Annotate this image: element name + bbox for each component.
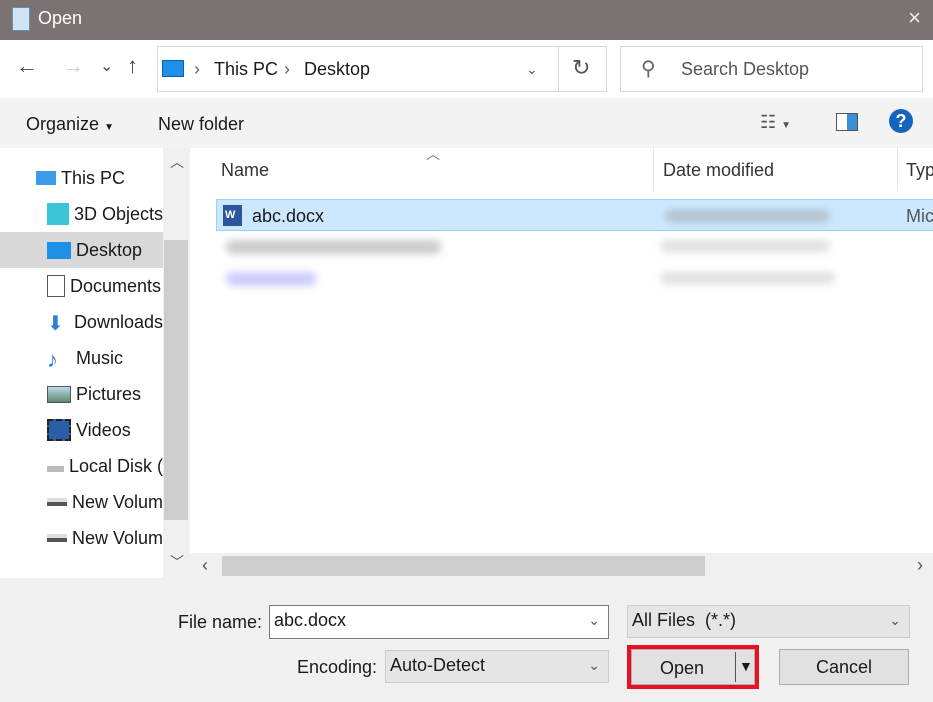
open-button[interactable]: Open ▼ [631, 649, 755, 685]
music-icon: ♪ [47, 347, 58, 372]
up-button[interactable]: ↑ [127, 53, 138, 79]
navigation-pane: This PC 3D Objects Desktop Documents ⬇ Do… [0, 148, 163, 578]
breadcrumb-desktop[interactable]: Desktop [304, 59, 370, 80]
sidebar-item-new-volume-2[interactable]: New Volum [0, 520, 163, 556]
forward-button[interactable]: → [62, 53, 84, 79]
drive-icon [47, 534, 67, 542]
scroll-left-icon[interactable]: ‹ [202, 555, 208, 576]
videos-icon [47, 419, 71, 441]
sort-ascending-icon: ︿ [426, 148, 440, 162]
drive-icon [47, 460, 64, 472]
open-dropdown-icon[interactable]: ▼ [739, 658, 753, 674]
file-name-input[interactable]: abc.docx ⌄ [269, 605, 609, 639]
back-button[interactable]: ← [16, 53, 38, 79]
help-icon[interactable]: ? [889, 109, 913, 133]
sidebar-item-label: Downloads [73, 311, 163, 332]
organize-label: Organize [26, 114, 100, 134]
window-title: Open [38, 8, 83, 28]
new-folder-button[interactable]: New folder [158, 114, 244, 135]
sidebar-item-downloads[interactable]: ⬇ Downloads [0, 304, 163, 340]
drive-icon [47, 498, 67, 506]
refresh-button[interactable]: ↻ [572, 55, 590, 81]
recent-locations-button[interactable]: ⌄ [100, 56, 113, 76]
cancel-button[interactable]: Cancel [779, 649, 909, 685]
search-placeholder: Search Desktop [681, 59, 810, 79]
sidebar-item-label: New Volum [71, 491, 163, 512]
file-date-blurred [660, 272, 835, 284]
chevron-down-icon[interactable]: ⌄ [588, 612, 600, 629]
chevron-down-icon: ⌄ [588, 657, 600, 673]
title-bar: Open × [0, 0, 933, 40]
sidebar-item-label: Desktop [76, 239, 143, 260]
scroll-up-icon[interactable]: ︿ [170, 152, 184, 172]
sidebar-item-local-disk[interactable]: Local Disk ( [0, 448, 163, 484]
scrollbar-thumb[interactable] [222, 556, 705, 576]
column-header-date-modified[interactable]: Date modified [663, 160, 774, 181]
sidebar-item-label: Documents [70, 275, 162, 296]
file-name-value: abc.docx [274, 610, 347, 630]
documents-icon [47, 275, 65, 297]
close-icon[interactable]: × [908, 5, 921, 31]
toolbar: Organize ▼ New folder ☷ ▼ ? [0, 98, 933, 148]
file-row[interactable]: W abc.docx Mic [216, 199, 933, 231]
file-type-filter-value: All Files (*.*) [632, 610, 737, 630]
horizontal-scrollbar[interactable]: ‹ › [190, 553, 933, 578]
organize-button[interactable]: Organize ▼ [26, 114, 114, 135]
sidebar-scrollbar[interactable]: ︿ ﹀ [163, 148, 189, 578]
file-date-blurred [665, 210, 830, 222]
sidebar-item-videos[interactable]: Videos [0, 412, 163, 448]
column-header-type[interactable]: Typ [906, 160, 933, 181]
sidebar-item-music[interactable]: ♪ Music [0, 340, 163, 376]
file-name: abc.docx [252, 206, 325, 226]
sidebar-item-documents[interactable]: Documents [0, 268, 163, 304]
column-header-name[interactable]: Name [221, 160, 269, 181]
sidebar-item-label: Videos [76, 419, 131, 440]
file-list: ︿ Name Date modified Typ W abc.docx Mic [190, 148, 933, 553]
file-name-label: File name: [177, 612, 262, 632]
navigation-bar: ← → ⌄ ↑ › This PC › Desktop ⌄ ↻ ⚲ Search… [0, 40, 933, 98]
sidebar-item-label: This PC [61, 167, 126, 188]
file-type-filter[interactable]: All Files (*.*) ⌄ [627, 605, 910, 638]
chevron-down-icon: ⌄ [889, 612, 901, 628]
file-row-blurred[interactable] [226, 240, 441, 254]
desktop-icon [162, 60, 184, 77]
breadcrumb-this-pc[interactable]: This PC [214, 59, 278, 80]
encoding-label: Encoding: [296, 657, 377, 677]
pc-icon [36, 171, 56, 185]
view-options-icon[interactable]: ☷ ▼ [760, 112, 791, 133]
encoding-select[interactable]: Auto-Detect ⌄ [385, 650, 609, 683]
address-bar[interactable]: › This PC › Desktop ⌄ ↻ [157, 46, 607, 92]
encoding-value: Auto-Detect [390, 655, 486, 675]
sidebar-item-label: Local Disk ( [68, 455, 163, 476]
search-input[interactable]: ⚲ Search Desktop [620, 46, 923, 92]
sidebar-item-this-pc[interactable]: This PC [0, 160, 163, 196]
sidebar-item-pictures[interactable]: Pictures [0, 376, 163, 412]
download-icon: ⬇ [47, 313, 64, 335]
preview-pane-icon[interactable] [836, 113, 858, 131]
desktop-icon [47, 241, 71, 259]
scroll-right-icon[interactable]: › [917, 555, 923, 576]
pictures-icon [47, 385, 71, 403]
sidebar-item-label: 3D Objects [73, 203, 163, 224]
scroll-down-icon[interactable]: ﹀ [170, 552, 184, 572]
sidebar-item-desktop[interactable]: Desktop [0, 232, 163, 268]
word-document-icon: W [223, 205, 242, 226]
notepad-icon [12, 7, 30, 31]
file-date-blurred [660, 240, 830, 252]
search-icon: ⚲ [641, 58, 656, 80]
file-type: Mic [906, 206, 933, 226]
sidebar-item-label: Pictures [76, 383, 142, 404]
sidebar-item-label: New Volum [71, 527, 163, 548]
address-dropdown-icon[interactable]: ⌄ [526, 61, 538, 78]
file-row-blurred[interactable] [226, 272, 316, 286]
scrollbar-thumb[interactable] [164, 240, 188, 520]
sidebar-item-3d-objects[interactable]: 3D Objects [0, 196, 163, 232]
cube-icon [47, 203, 69, 225]
sidebar-item-label: Music [76, 347, 124, 368]
open-label: Open [660, 658, 705, 678]
sidebar-item-new-volume-1[interactable]: New Volum [0, 484, 163, 520]
